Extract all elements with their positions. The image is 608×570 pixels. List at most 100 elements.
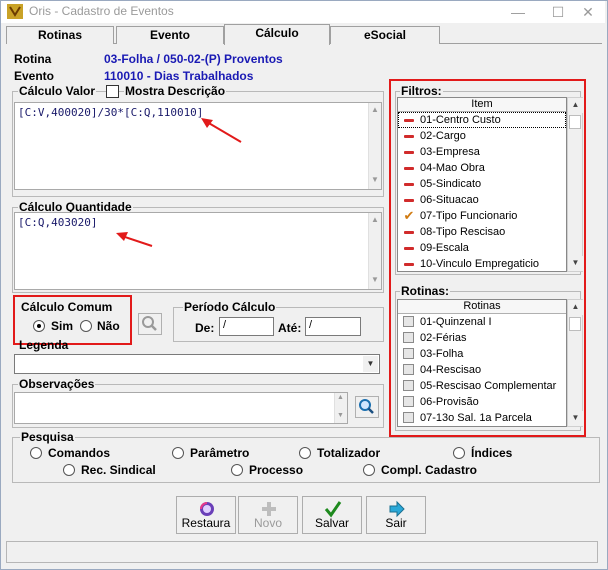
rotinas-list[interactable]: Rotinas 01-Quinzenal I 02-Férias 03-Folha 0…	[397, 299, 567, 427]
pesquisa-processo-label: Processo	[249, 463, 304, 477]
rotinas-list-item[interactable]: 07-13o Sal. 1a Parcela	[398, 410, 566, 426]
calculo-comum-nao-radio[interactable]	[80, 320, 92, 332]
unchecked-box-icon[interactable]	[403, 396, 414, 407]
legenda-select[interactable]: ▼	[14, 354, 380, 374]
observacoes-search-button[interactable]	[355, 396, 379, 418]
unchecked-box-icon[interactable]	[403, 316, 414, 327]
calculo-comum-sim-radio[interactable]	[33, 320, 45, 332]
calculo-valor-scrollbar[interactable]: ▲ ▼	[368, 103, 381, 189]
pesquisa-indices-radio[interactable]	[453, 447, 465, 459]
rotinas-list-item[interactable]: 02-Férias	[398, 330, 566, 346]
pesquisa-parametro-radio[interactable]	[172, 447, 184, 459]
periodo-ate-label: Até:	[278, 321, 302, 335]
scroll-down-icon[interactable]: ▼	[568, 256, 583, 271]
tab-rotinas[interactable]: Rotinas	[6, 26, 114, 44]
filtros-list-item[interactable]: 10-Vinculo Empregaticio	[398, 256, 566, 271]
rotinas-list-item[interactable]: 03-Folha	[398, 346, 566, 362]
scroll-down-icon[interactable]: ▼	[371, 175, 379, 184]
filtros-list-item[interactable]: ✔ 07-Tipo Funcionario	[398, 208, 566, 224]
rotinas-list-item[interactable]: 01-Quinzenal I	[398, 314, 566, 330]
window-title: Oris - Cadastro de Eventos	[29, 4, 174, 18]
scroll-up-icon[interactable]: ▲	[568, 300, 583, 315]
mostra-descricao-checkbox[interactable]	[106, 85, 119, 98]
unchecked-box-icon[interactable]	[403, 380, 414, 391]
scroll-up-icon[interactable]: ▲	[371, 105, 379, 114]
sair-label: Sair	[385, 516, 407, 530]
rotinas-items: 01-Quinzenal I 02-Férias 03-Folha 04-Rescis…	[398, 314, 566, 426]
excluded-minus-icon[interactable]	[403, 130, 415, 142]
rotinas-column-header: Rotinas	[398, 300, 566, 314]
chevron-down-icon[interactable]: ▼	[363, 356, 378, 372]
rotinas-label: Rotinas:	[400, 284, 450, 298]
calculo-quantidade-scrollbar[interactable]: ▲ ▼	[368, 213, 381, 289]
excluded-minus-icon[interactable]	[403, 178, 415, 190]
title-bar: Oris - Cadastro de Eventos — ☐ ✕	[1, 1, 605, 23]
minimize-button[interactable]: —	[501, 2, 535, 22]
excluded-minus-icon[interactable]	[403, 114, 415, 126]
excluded-minus-icon[interactable]	[403, 146, 415, 158]
rotinas-list-item[interactable]: 04-Rescisao	[398, 362, 566, 378]
scroll-thumb[interactable]	[569, 317, 581, 331]
tab-esocial[interactable]: eSocial	[330, 26, 440, 44]
rotina-value: 03-Folha / 050-02-(P) Proventos	[104, 52, 283, 66]
checkmark-icon[interactable]: ✔	[403, 209, 415, 222]
pesquisa-label: Pesquisa	[20, 430, 75, 444]
filtros-list-item[interactable]: 04-Mao Obra	[398, 160, 566, 176]
sair-button[interactable]: Sair	[366, 496, 426, 534]
filtros-list[interactable]: Item 01-Centro Custo 02-Cargo 03-Empresa 04…	[397, 97, 567, 272]
filtros-item-label: 06-Situacao	[420, 194, 479, 206]
scroll-thumb[interactable]	[569, 115, 581, 129]
excluded-minus-icon[interactable]	[403, 226, 415, 238]
filtros-item-label: 02-Cargo	[420, 130, 466, 142]
scroll-down-icon[interactable]: ▼	[568, 411, 583, 426]
filtros-item-label: 10-Vinculo Empregaticio	[420, 258, 540, 270]
tab-evento[interactable]: Evento	[116, 26, 224, 44]
unchecked-box-icon[interactable]	[403, 412, 414, 423]
calculo-quantidade-formula[interactable]: [C:Q,403020]	[14, 212, 382, 290]
scroll-up-icon[interactable]: ▲	[371, 215, 379, 224]
maximize-button[interactable]: ☐	[541, 2, 575, 22]
pesquisa-comandos-radio[interactable]	[30, 447, 42, 459]
rotinas-scrollbar[interactable]: ▲ ▼	[567, 299, 583, 427]
scroll-down-icon[interactable]: ▼	[337, 412, 344, 419]
scroll-up-icon[interactable]: ▲	[568, 98, 583, 113]
excluded-minus-icon[interactable]	[403, 194, 415, 206]
filtros-list-item[interactable]: 03-Empresa	[398, 144, 566, 160]
filtros-items: 01-Centro Custo 02-Cargo 03-Empresa 04-Mao …	[398, 112, 566, 271]
filtros-list-item[interactable]: 08-Tipo Rescisao	[398, 224, 566, 240]
filtros-list-item[interactable]: 05-Sindicato	[398, 176, 566, 192]
novo-button[interactable]: Novo	[238, 496, 298, 534]
pesquisa-rec-sindical-radio[interactable]	[63, 464, 75, 476]
close-button[interactable]: ✕	[571, 2, 605, 22]
restaura-button[interactable]: Restaura	[176, 496, 236, 534]
unchecked-box-icon[interactable]	[403, 348, 414, 359]
filtros-list-item[interactable]: 02-Cargo	[398, 128, 566, 144]
filtros-list-item[interactable]: 01-Centro Custo	[398, 112, 566, 128]
excluded-minus-icon[interactable]	[403, 258, 415, 270]
calculo-comum-search-button[interactable]	[138, 313, 162, 335]
rotinas-list-item[interactable]: 06-Provisão	[398, 394, 566, 410]
scroll-up-icon[interactable]: ▲	[337, 394, 344, 401]
unchecked-box-icon[interactable]	[403, 364, 414, 375]
pesquisa-compl-cadastro-label: Compl. Cadastro	[381, 463, 478, 477]
scroll-down-icon[interactable]: ▼	[371, 275, 379, 284]
observacoes-scrollbar[interactable]: ▲ ▼	[334, 393, 347, 423]
pesquisa-totalizador-radio[interactable]	[299, 447, 311, 459]
unchecked-box-icon[interactable]	[403, 332, 414, 343]
periodo-ate-input[interactable]: /	[305, 317, 361, 336]
pesquisa-processo-radio[interactable]	[231, 464, 243, 476]
filtros-scrollbar[interactable]: ▲ ▼	[567, 97, 583, 272]
rotinas-list-item[interactable]: 05-Rescisao Complementar	[398, 378, 566, 394]
tab-calculo[interactable]: Cálculo	[224, 24, 330, 45]
evento-value: 110010 - Dias Trabalhados	[104, 69, 254, 83]
observacoes-input[interactable]	[14, 392, 348, 424]
periodo-de-input[interactable]: /	[219, 317, 274, 336]
filtros-item-label: 05-Sindicato	[420, 178, 482, 190]
filtros-list-item[interactable]: 09-Escala	[398, 240, 566, 256]
salvar-button[interactable]: Salvar	[302, 496, 362, 534]
filtros-list-item[interactable]: 06-Situacao	[398, 192, 566, 208]
filtros-item-label: 03-Empresa	[420, 146, 480, 158]
excluded-minus-icon[interactable]	[403, 162, 415, 174]
pesquisa-compl-cadastro-radio[interactable]	[363, 464, 375, 476]
excluded-minus-icon[interactable]	[403, 242, 415, 254]
